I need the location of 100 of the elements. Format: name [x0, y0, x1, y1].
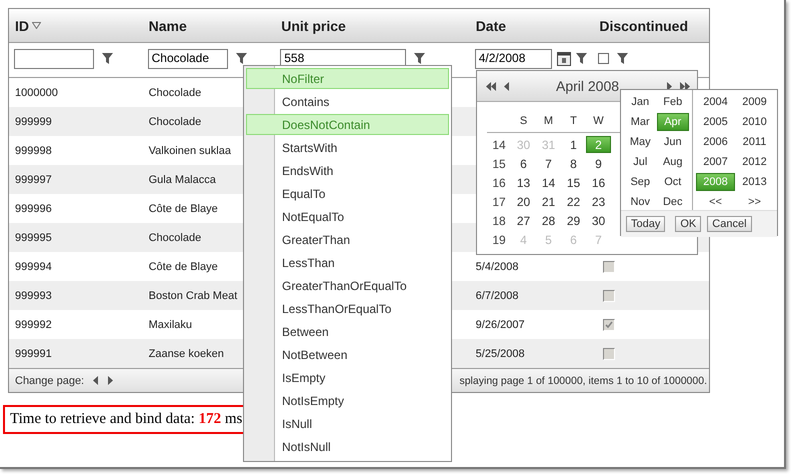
table-cell: 999999 [15, 116, 52, 128]
week-number: 14 [492, 138, 506, 152]
year-option[interactable]: 2009 [735, 94, 774, 110]
month-option[interactable]: Jun [656, 134, 689, 150]
column-header[interactable]: Unit price [281, 18, 346, 34]
table-cell: 999994 [15, 260, 52, 272]
right-arrow-icon[interactable] [107, 376, 114, 385]
calendar-day[interactable]: 21 [536, 193, 561, 210]
table-cell: 999998 [15, 144, 52, 156]
calendar-day[interactable]: 23 [586, 193, 611, 210]
table-cell: Chocolade [148, 232, 202, 244]
filter-icon[interactable] [617, 53, 628, 64]
calendar-day[interactable]: 29 [561, 212, 586, 229]
year-nav-link[interactable]: << [696, 194, 735, 210]
month-option[interactable]: May [624, 134, 656, 150]
menu-item[interactable]: NoFilter [246, 68, 449, 89]
date-input[interactable]: 4/2/2008 [474, 48, 552, 68]
double-left-arrow-icon[interactable] [485, 82, 497, 90]
year-option[interactable]: 2007 [696, 154, 735, 170]
year-option[interactable]: 2005 [696, 114, 735, 130]
filter-icon[interactable] [102, 53, 113, 64]
week-number: 18 [492, 214, 506, 228]
menu-item[interactable]: IsEmpty [246, 367, 449, 388]
month-option[interactable]: Nov [624, 194, 656, 210]
year-option[interactable]: 2006 [696, 134, 735, 150]
filter-icon[interactable] [576, 53, 587, 64]
filter-input[interactable]: Chocolade [148, 48, 228, 68]
picker-button[interactable]: Cancel [707, 216, 752, 232]
year-option[interactable]: 2011 [735, 134, 774, 150]
table-cell: Valkoinen suklaa [148, 144, 231, 156]
menu-item[interactable]: EqualTo [246, 183, 449, 204]
filter-input[interactable] [14, 48, 94, 68]
menu-item[interactable]: LessThan [246, 252, 449, 273]
menu-item[interactable]: NotBetween [246, 344, 449, 365]
table-cell: Côte de Blaye [148, 260, 218, 272]
checkbox[interactable] [598, 53, 610, 64]
table-cell: Chocolade [148, 86, 202, 98]
year-option[interactable]: 2010 [735, 114, 774, 130]
weekday-label: W [593, 115, 604, 127]
month-option[interactable]: Mar [624, 114, 656, 130]
menu-item[interactable]: EndsWith [246, 160, 449, 181]
table-cell: 5/4/2008 [476, 260, 518, 272]
menu-item[interactable]: DoesNotContain [246, 114, 449, 135]
calendar-day[interactable]: 9 [586, 155, 611, 172]
calendar-title[interactable]: April 2008 [556, 78, 620, 94]
calendar-day[interactable]: 8 [561, 155, 586, 172]
menu-item[interactable]: GreaterThanOrEqualTo [246, 275, 449, 296]
menu-item[interactable]: Between [246, 321, 449, 342]
month-option[interactable]: Jul [624, 154, 656, 170]
week-number: 15 [492, 156, 506, 170]
menu-item[interactable]: StartsWith [246, 137, 449, 158]
calendar-day[interactable]: 20 [511, 193, 536, 210]
pager-info: splaying page 1 of 100000, items 1 to 10 of 1000000. [459, 374, 707, 386]
menu-item[interactable]: GreaterThan [246, 229, 449, 250]
calendar-icon[interactable] [556, 51, 571, 66]
calendar-day[interactable]: 15 [561, 174, 586, 191]
picker-button[interactable]: OK [675, 216, 702, 232]
left-arrow-icon[interactable] [92, 376, 100, 385]
table-cell: Côte de Blaye [148, 202, 218, 214]
table-cell: Boston Crab Meat [148, 290, 238, 302]
calendar-day[interactable]: 28 [536, 212, 561, 229]
table-cell: 999996 [15, 202, 52, 214]
calendar-day[interactable]: 6 [511, 155, 536, 172]
calendar-day[interactable]: 1 [561, 136, 586, 153]
year-option[interactable]: 2004 [696, 94, 735, 110]
left-arrow-icon[interactable] [503, 82, 510, 90]
calendar-day[interactable]: 13 [511, 174, 536, 191]
filter-icon[interactable] [236, 53, 247, 64]
month-option[interactable]: Sep [624, 174, 656, 190]
calendar-day[interactable]: 30 [586, 212, 611, 229]
calendar-day[interactable]: 22 [561, 193, 586, 210]
calendar-day[interactable]: 7 [536, 155, 561, 172]
menu-item[interactable]: NotEqualTo [246, 206, 449, 227]
column-header[interactable]: Date [476, 18, 506, 34]
year-option[interactable]: 2012 [735, 154, 774, 170]
menu-item[interactable]: NotIsNull [246, 436, 449, 457]
calendar-day[interactable]: 14 [536, 174, 561, 191]
menu-item[interactable]: LessThanOrEqualTo [246, 298, 449, 319]
year-nav-link[interactable]: >> [735, 194, 774, 210]
month-option[interactable]: Oct [656, 174, 689, 190]
table-cell: Chocolade [148, 116, 202, 128]
calendar-day[interactable]: 16 [586, 174, 611, 191]
sort-triangle-icon [32, 22, 41, 29]
table-cell: Maxilaku [148, 318, 192, 330]
table-cell: 999995 [15, 232, 52, 244]
menu-item[interactable]: Contains [246, 91, 449, 112]
table-cell: 9/26/2007 [476, 318, 525, 330]
month-option[interactable]: Feb [656, 94, 689, 110]
table-cell: 999992 [15, 318, 52, 330]
table-cell: 999991 [15, 348, 52, 360]
column-header[interactable]: Discontinued [599, 18, 688, 34]
month-option[interactable]: Jan [624, 94, 656, 110]
picker-button[interactable]: Today [626, 216, 666, 232]
month-option[interactable]: Dec [656, 194, 689, 210]
year-option[interactable]: 2013 [735, 174, 774, 190]
month-option[interactable]: Aug [656, 154, 689, 170]
week-number: 16 [492, 176, 506, 190]
column-header[interactable]: ID [15, 18, 29, 34]
calendar-day[interactable]: 27 [511, 212, 536, 229]
column-header[interactable]: Name [148, 18, 187, 34]
